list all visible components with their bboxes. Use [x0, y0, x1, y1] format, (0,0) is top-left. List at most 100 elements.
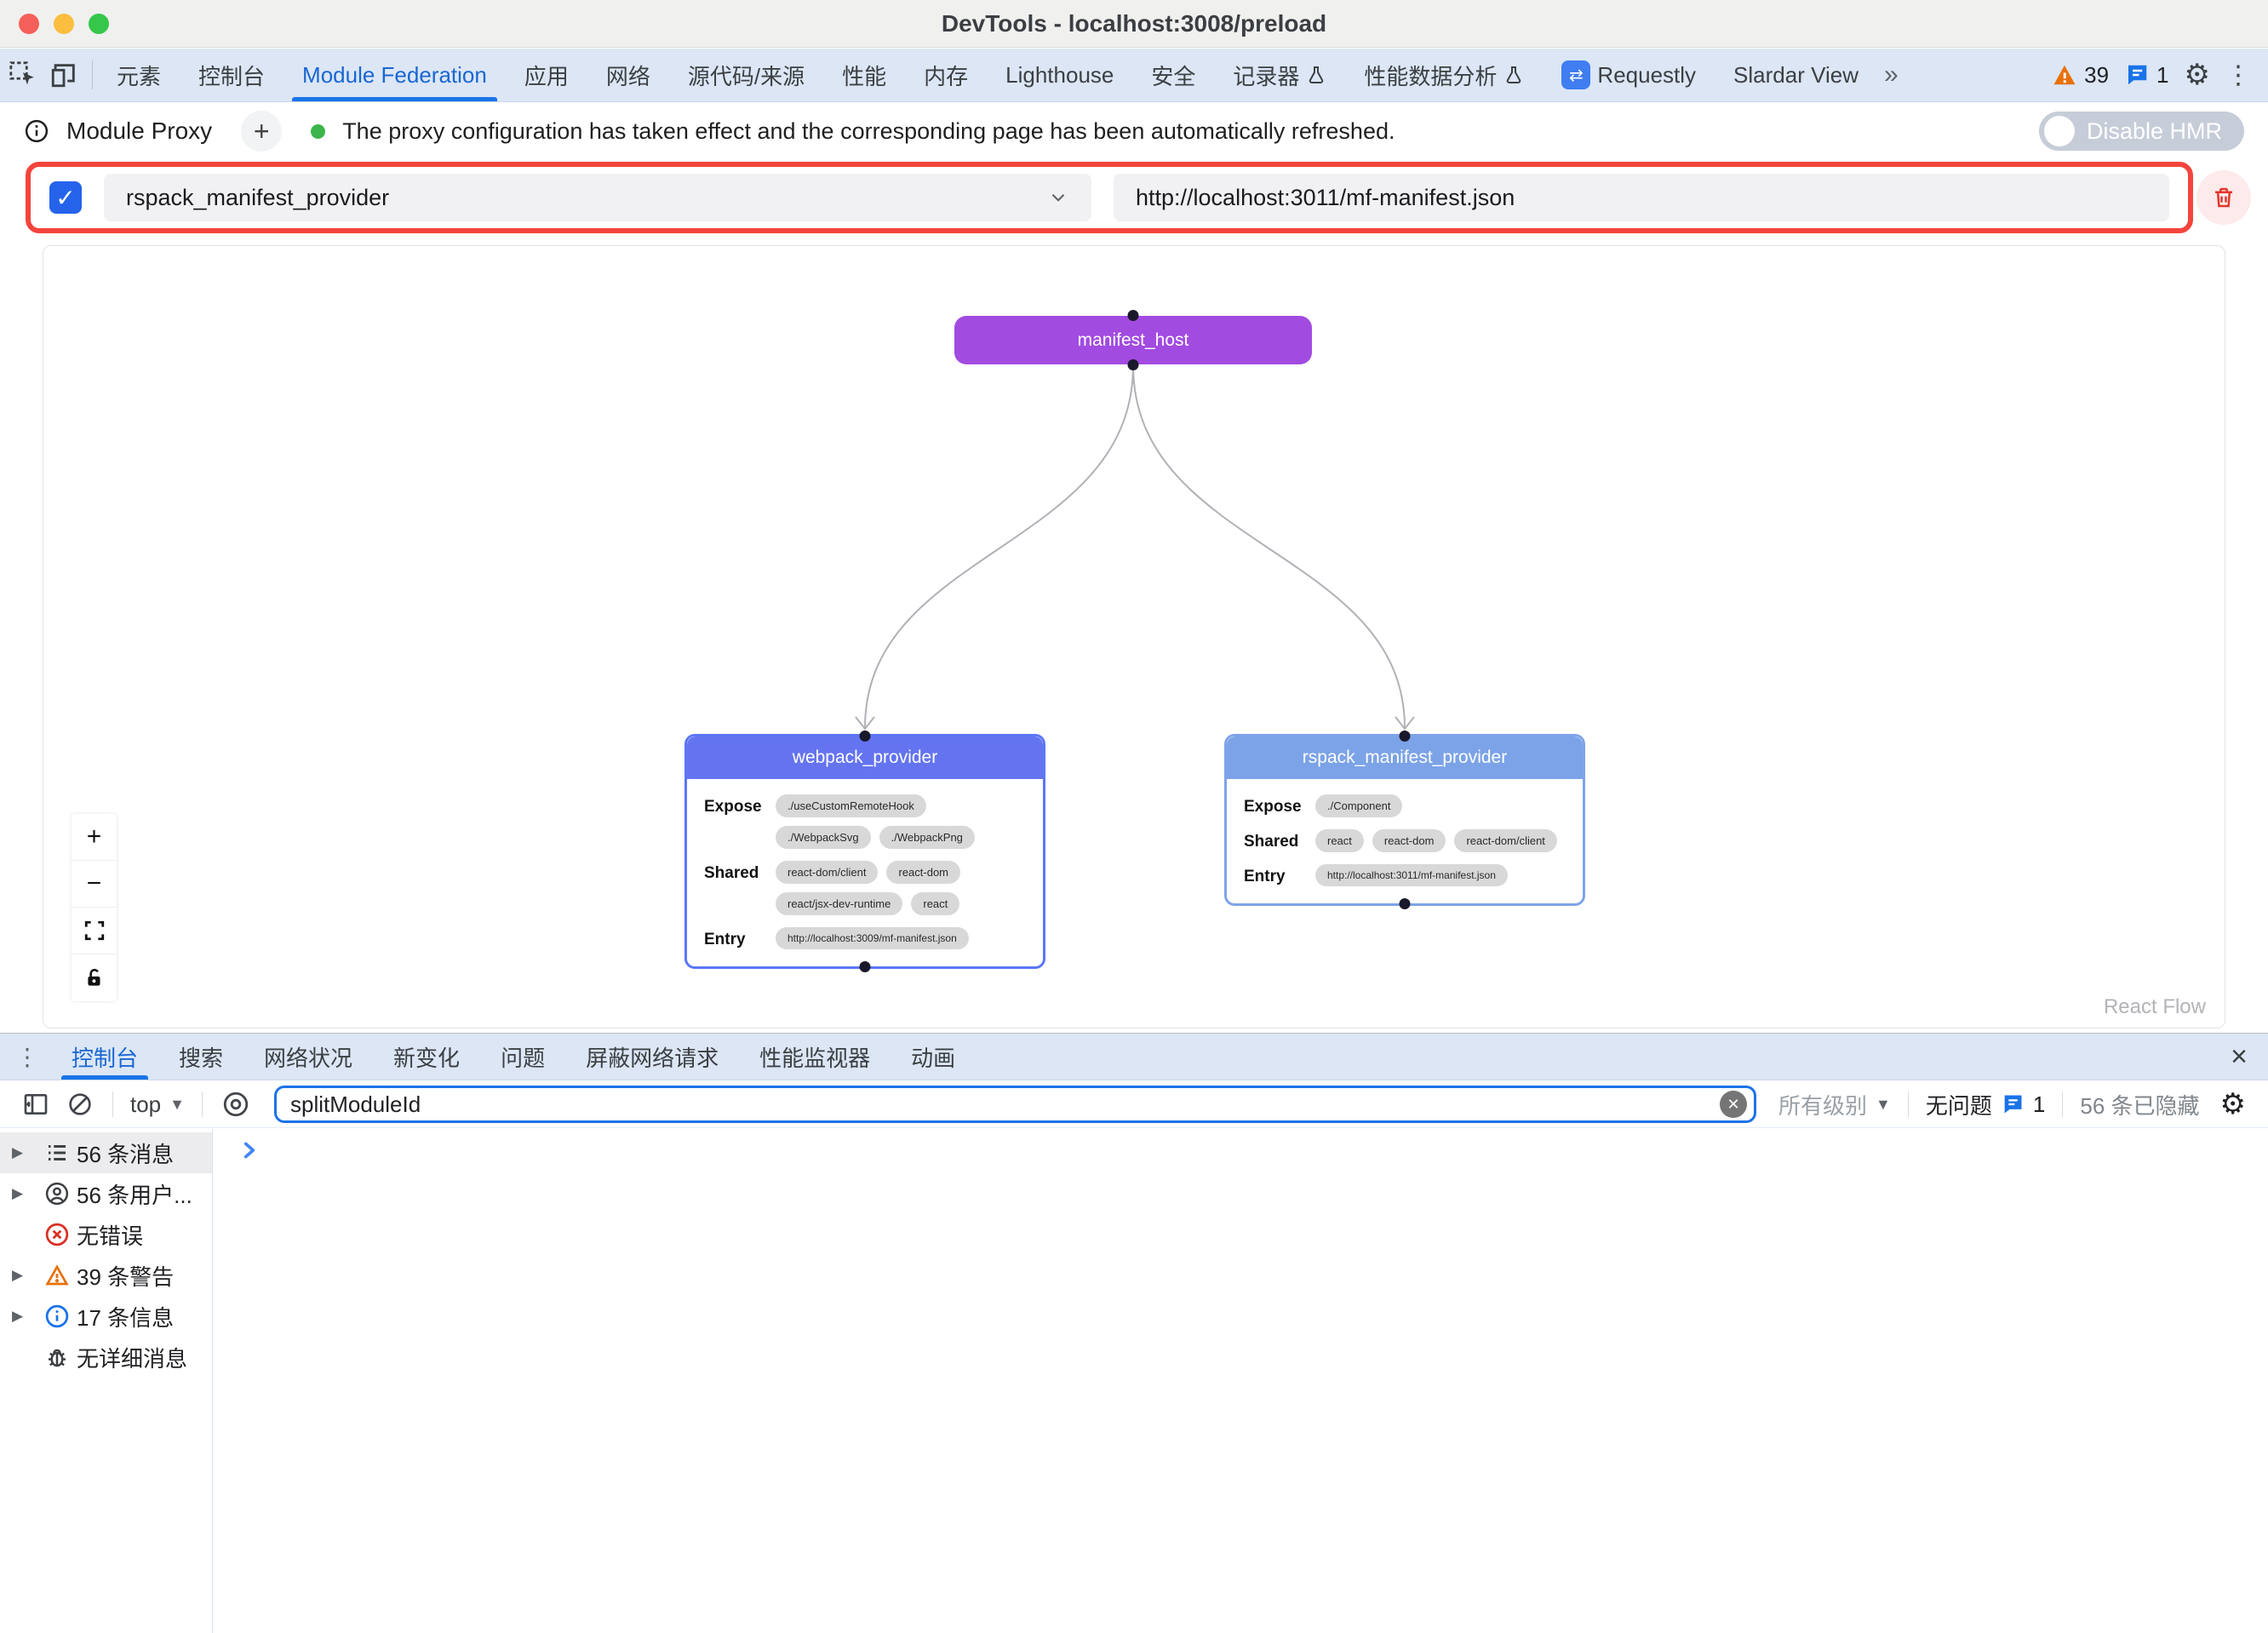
- maximize-window-button[interactable]: [89, 14, 109, 34]
- tab-console[interactable]: 控制台: [180, 49, 284, 101]
- drawer-tab-animations[interactable]: 动画: [891, 1034, 976, 1080]
- disable-hmr-toggle[interactable]: Disable HMR: [2039, 112, 2244, 151]
- tab-security[interactable]: 安全: [1132, 49, 1214, 101]
- node-manifest-host[interactable]: manifest_host: [954, 316, 1312, 364]
- expose-label: Expose: [704, 794, 776, 816]
- tab-recorder[interactable]: 记录器: [1214, 49, 1345, 101]
- shared-tag: react-dom/client: [776, 861, 878, 884]
- warning-icon: [2052, 62, 2077, 88]
- tab-performance-insights[interactable]: 性能数据分析: [1345, 49, 1543, 101]
- console-sidebar-toggle-icon[interactable]: [22, 1091, 49, 1118]
- expander-icon[interactable]: ▶: [12, 1144, 37, 1161]
- chevron-down-icon: [1047, 186, 1069, 209]
- drawer-tab-changes[interactable]: 新变化: [373, 1034, 480, 1080]
- console-settings-gear-icon[interactable]: ⚙: [2220, 1087, 2246, 1121]
- tab-lighthouse[interactable]: Lighthouse: [987, 49, 1132, 101]
- sidebar-item-user-messages[interactable]: ▶ 56 条用户...: [0, 1173, 212, 1214]
- issues-counter[interactable]: 无问题 1: [1926, 1089, 2045, 1120]
- module-federation-graph[interactable]: manifest_host webpack_provider Expose ./…: [43, 245, 2225, 1029]
- node-rspack-manifest-provider[interactable]: rspack_manifest_provider Expose ./Compon…: [1224, 734, 1585, 906]
- bug-icon: [37, 1344, 77, 1370]
- tab-requestly[interactable]: ⇄ Requestly: [1543, 49, 1715, 101]
- more-tabs-button[interactable]: »: [1877, 49, 1905, 101]
- node-handle[interactable]: [1400, 731, 1411, 742]
- close-window-button[interactable]: [19, 14, 39, 34]
- user-icon: [37, 1181, 77, 1206]
- active-proxy-rule: rspack_manifest_provider: [26, 162, 2193, 233]
- tab-slardar-view[interactable]: Slardar View: [1715, 49, 1877, 101]
- drawer-kebab-menu-icon[interactable]: ⋮: [0, 1034, 51, 1080]
- drawer-tab-performance-monitor[interactable]: 性能监视器: [739, 1034, 891, 1080]
- javascript-context-select[interactable]: top ▼: [130, 1092, 185, 1118]
- expander-icon[interactable]: ▶: [12, 1267, 37, 1284]
- entry-tag: http://localhost:3009/mf-manifest.json: [776, 927, 969, 949]
- error-icon: [37, 1222, 77, 1247]
- tab-elements[interactable]: 元素: [98, 49, 180, 101]
- inspect-element-icon[interactable]: [9, 60, 37, 89]
- console-messages-area[interactable]: [213, 1129, 2268, 1633]
- add-proxy-rule-button[interactable]: +: [241, 111, 282, 152]
- live-expression-eye-icon[interactable]: [221, 1090, 250, 1119]
- sidebar-item-warnings[interactable]: ▶ 39 条警告: [0, 1255, 212, 1296]
- expander-icon[interactable]: ▶: [12, 1308, 37, 1325]
- shared-tag: react/jsx-dev-runtime: [776, 892, 902, 915]
- toolbar-separator: [2062, 1092, 2063, 1117]
- warnings-badge[interactable]: 39: [2052, 62, 2109, 89]
- console-sidebar: ▶ 56 条消息 ▶ 56 条用户...: [0, 1129, 213, 1633]
- tab-application[interactable]: 应用: [506, 49, 587, 101]
- console-toolbar: top ▼ 所有级别 ▼ 无问题 1 56 条已隐藏 ⚙: [0, 1081, 2268, 1128]
- tab-module-federation[interactable]: Module Federation: [284, 49, 506, 101]
- provider-select[interactable]: rspack_manifest_provider: [104, 174, 1091, 221]
- node-handle[interactable]: [1400, 898, 1411, 909]
- list-icon: [37, 1140, 77, 1166]
- zoom-in-button[interactable]: +: [72, 814, 117, 861]
- proxy-status-dot: [311, 124, 325, 139]
- minimize-window-button[interactable]: [54, 14, 74, 34]
- sidebar-item-info[interactable]: ▶ 17 条信息: [0, 1296, 212, 1337]
- issues-badge[interactable]: 1: [2124, 62, 2168, 89]
- rule-enabled-checkbox[interactable]: [49, 181, 82, 214]
- expose-tag: ./WebpackPng: [879, 826, 975, 849]
- expose-tag: ./Component: [1315, 794, 1402, 817]
- node-handle[interactable]: [860, 731, 871, 742]
- shared-tag: react: [1315, 829, 1364, 852]
- window-title: DevTools - localhost:3008/preload: [942, 10, 1326, 37]
- lock-icon: [83, 967, 106, 989]
- react-flow-attribution: React Flow: [2104, 995, 2206, 1019]
- tab-performance[interactable]: 性能: [823, 49, 905, 101]
- clear-console-icon[interactable]: [66, 1091, 94, 1118]
- drawer-tab-search[interactable]: 搜索: [158, 1034, 243, 1080]
- node-handle[interactable]: [1128, 359, 1139, 370]
- drawer-tab-network-request-blocking[interactable]: 屏蔽网络请求: [565, 1034, 739, 1080]
- node-handle[interactable]: [1128, 310, 1139, 321]
- sidebar-item-errors[interactable]: 无错误: [0, 1214, 212, 1255]
- console-filter-input[interactable]: [290, 1092, 1720, 1118]
- node-webpack-provider[interactable]: webpack_provider Expose ./useCustomRemot…: [684, 734, 1045, 969]
- manifest-url-input[interactable]: [1114, 174, 2169, 221]
- toggle-knob: [2044, 116, 2075, 146]
- settings-gear-icon[interactable]: ⚙: [2185, 58, 2210, 92]
- node-handle[interactable]: [860, 961, 871, 972]
- delete-rule-button[interactable]: [2196, 170, 2251, 225]
- expander-icon[interactable]: ▶: [12, 1185, 37, 1202]
- close-drawer-icon[interactable]: ×: [2210, 1034, 2268, 1080]
- sidebar-item-all-messages[interactable]: ▶ 56 条消息: [0, 1132, 212, 1173]
- proxy-status-text: The proxy configuration has taken effect…: [342, 118, 1395, 145]
- lock-button[interactable]: [72, 954, 117, 1001]
- module-proxy-header: Module Proxy + The proxy configuration h…: [0, 103, 2268, 159]
- fit-view-button[interactable]: [72, 908, 117, 954]
- tab-sources[interactable]: 源代码/来源: [669, 49, 823, 101]
- device-toolbar-icon[interactable]: [49, 60, 78, 89]
- drawer-tab-console[interactable]: 控制台: [51, 1034, 158, 1080]
- tab-network[interactable]: 网络: [587, 49, 669, 101]
- clear-filter-button[interactable]: [1720, 1091, 1747, 1118]
- tab-memory[interactable]: 内存: [905, 49, 987, 101]
- console-filter-box: [274, 1086, 1756, 1123]
- log-levels-select[interactable]: 所有级别 ▼: [1778, 1089, 1891, 1120]
- hidden-messages-count: 56 条已隐藏: [2080, 1089, 2199, 1120]
- kebab-menu-icon[interactable]: ⋮: [2225, 60, 2251, 90]
- drawer-tab-network-conditions[interactable]: 网络状况: [243, 1034, 373, 1080]
- drawer-tab-issues[interactable]: 问题: [480, 1034, 565, 1080]
- sidebar-item-verbose[interactable]: 无详细消息: [0, 1337, 212, 1378]
- zoom-out-button[interactable]: −: [72, 861, 117, 908]
